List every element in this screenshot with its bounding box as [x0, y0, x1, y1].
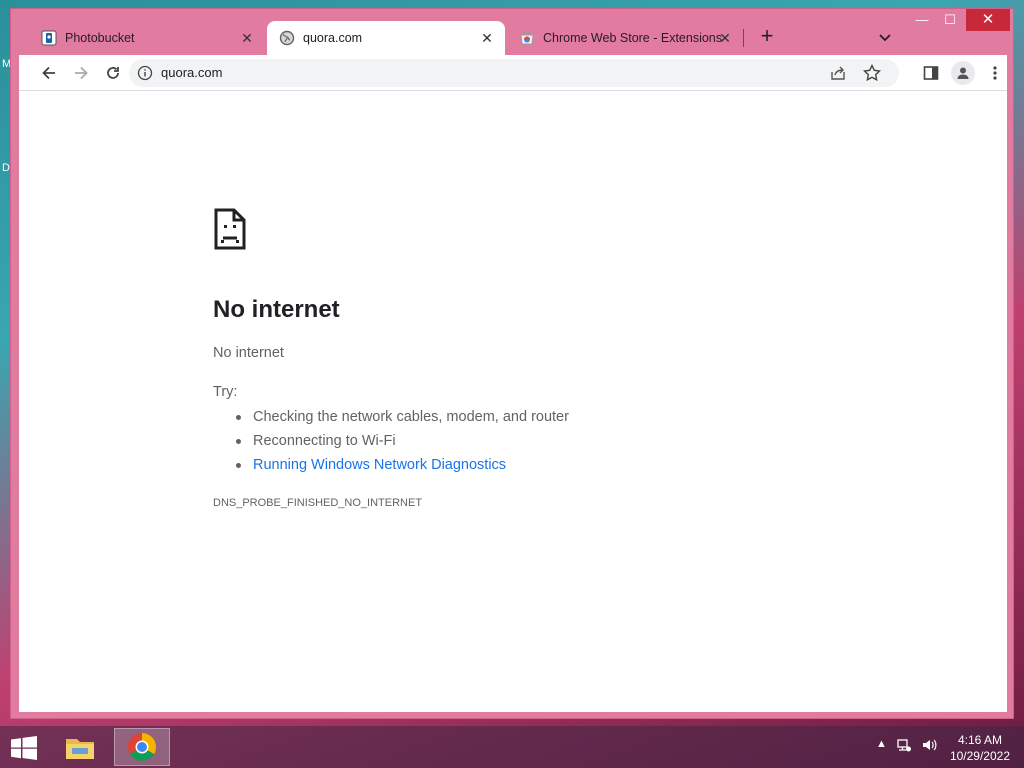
tab-photobucket[interactable]: Photobucket ✕: [29, 21, 265, 55]
error-subtitle: No internet: [213, 345, 284, 361]
close-window-button[interactable]: ✕: [966, 9, 1010, 31]
network-diagnostics-link[interactable]: Running Windows Network Diagnostics: [236, 456, 569, 480]
page-content: No internet No internet Try: Checking th…: [19, 91, 1007, 712]
close-tab-icon[interactable]: ✕: [479, 30, 495, 46]
close-tab-icon[interactable]: ✕: [717, 30, 733, 46]
browser-window: Photobucket ✕ quora.com ✕ Chrome Web Sto…: [10, 8, 1014, 719]
tab-quora[interactable]: quora.com ✕: [267, 21, 505, 55]
network-icon[interactable]: [896, 737, 912, 756]
suggestion-item: Checking the network cables, modem, and …: [236, 408, 569, 432]
error-title: No internet: [213, 296, 340, 323]
profile-avatar-icon[interactable]: [951, 61, 975, 85]
system-clock[interactable]: 4:16 AM 10/29/2022: [950, 732, 1010, 764]
chrome-web-store-icon: [519, 30, 535, 46]
new-tab-button[interactable]: +: [755, 25, 779, 49]
taskbar: ▲ 4:16 AM 10/29/2022: [0, 726, 1024, 768]
url-text[interactable]: quora.com: [161, 65, 222, 80]
address-bar[interactable]: quora.com: [129, 59, 899, 87]
photobucket-icon: [41, 30, 57, 46]
sad-document-icon: [213, 207, 247, 251]
volume-icon[interactable]: [921, 737, 939, 756]
tab-strip: Photobucket ✕ quora.com ✕ Chrome Web Sto…: [11, 9, 1013, 55]
error-code: DNS_PROBE_FINISHED_NO_INTERNET: [213, 497, 423, 509]
forward-arrow-icon[interactable]: [69, 61, 93, 85]
minimize-button[interactable]: —: [907, 9, 937, 31]
clock-date: 10/29/2022: [949, 749, 1010, 763]
try-label: Try:: [213, 384, 238, 400]
suggestion-item: Reconnecting to Wi-Fi: [236, 432, 569, 456]
tab-label: Chrome Web Store - Extensions: [543, 31, 723, 45]
site-info-icon[interactable]: [137, 65, 153, 81]
close-tab-icon[interactable]: ✕: [239, 30, 255, 46]
show-hidden-icons-icon[interactable]: ▲: [876, 738, 887, 750]
back-arrow-icon[interactable]: [37, 61, 61, 85]
clock-time: 4:16 AM: [957, 733, 1002, 747]
suggestion-list: Checking the network cables, modem, and …: [236, 408, 569, 480]
file-explorer-icon[interactable]: [52, 728, 108, 766]
maximize-button[interactable]: ☐: [935, 9, 965, 31]
tab-label: quora.com: [303, 31, 363, 45]
tab-chrome-web-store[interactable]: Chrome Web Store - Extensions ✕: [507, 21, 743, 55]
globe-icon: [279, 30, 295, 46]
more-menu-icon[interactable]: [983, 61, 1007, 85]
bookmark-star-icon[interactable]: [862, 63, 882, 83]
browser-toolbar: quora.com: [19, 55, 1007, 91]
share-icon[interactable]: [829, 64, 847, 82]
tab-search-chevron-down-icon[interactable]: [875, 27, 895, 47]
side-panel-icon[interactable]: [919, 61, 943, 85]
reload-icon[interactable]: [101, 61, 125, 85]
windows-start-icon[interactable]: [10, 736, 38, 760]
chrome-icon[interactable]: [114, 728, 170, 766]
tab-separator: [743, 29, 744, 47]
desktop-icon-label: D: [2, 162, 10, 174]
tab-label: Photobucket: [65, 31, 135, 45]
